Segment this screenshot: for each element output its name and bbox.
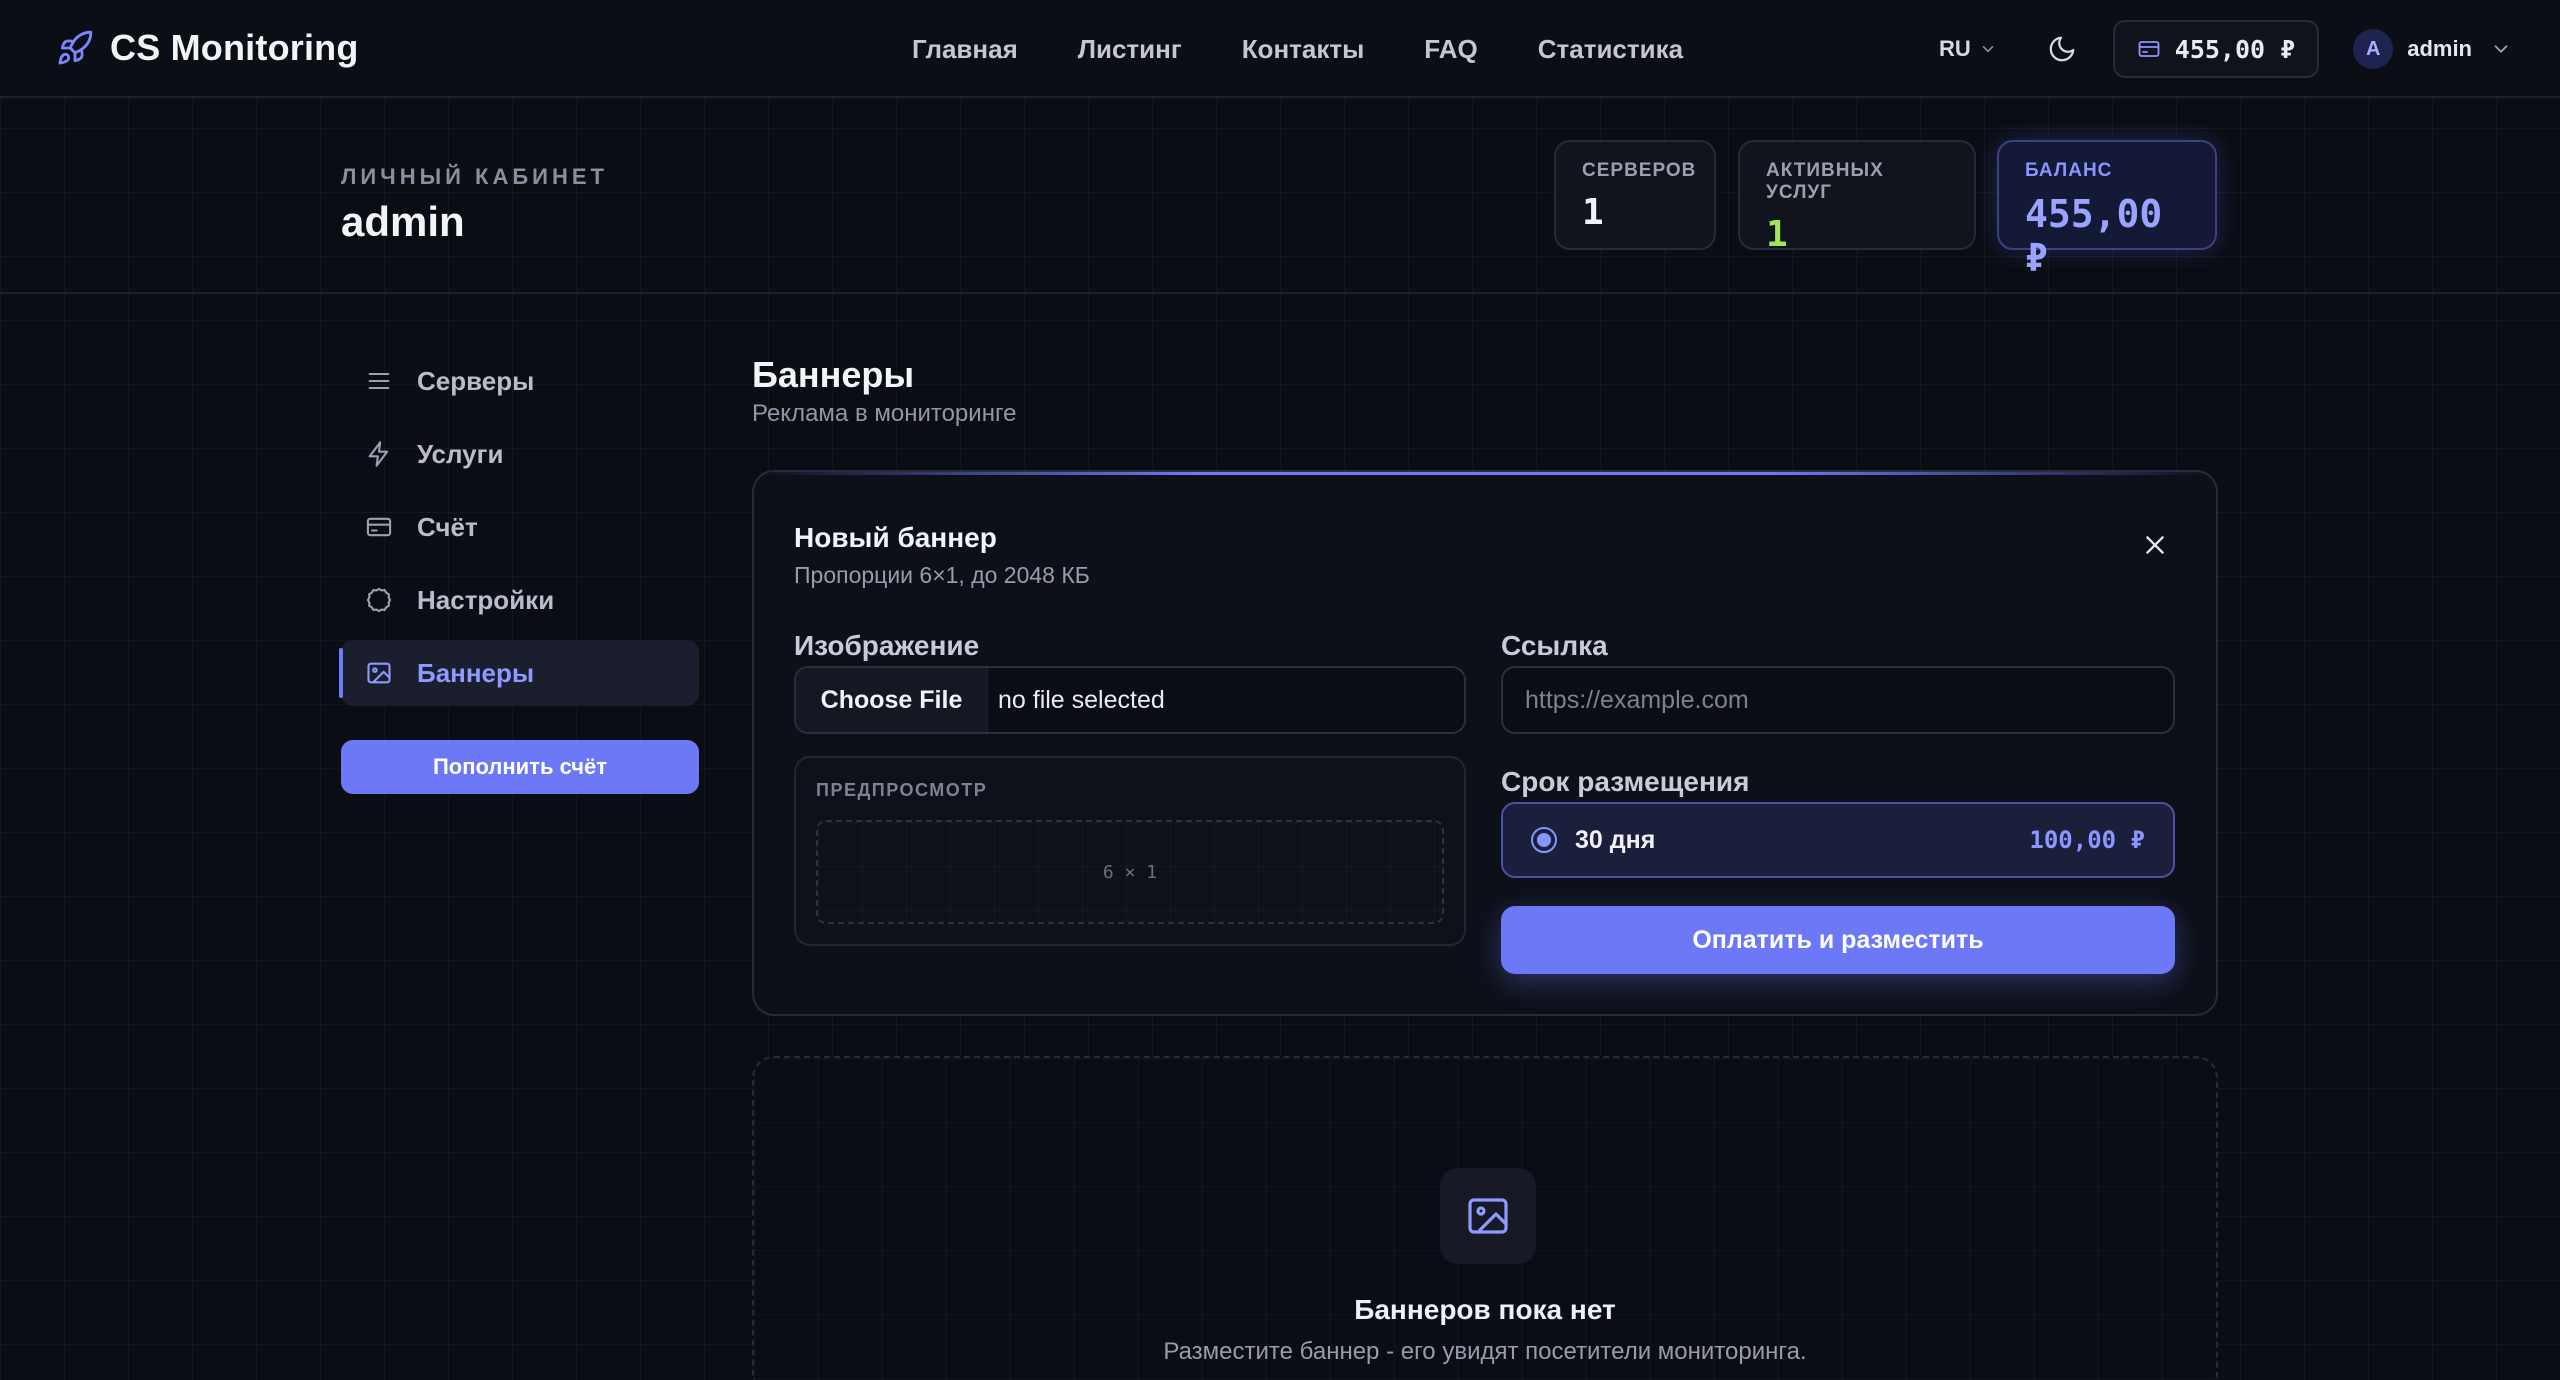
top-navbar: CS Monitoring Главная Листинг Контакты F…: [0, 0, 2560, 98]
image-icon: [1468, 1198, 1508, 1234]
user-name: admin: [2407, 36, 2472, 61]
nav-link-statistics[interactable]: Статистика: [1538, 34, 1683, 65]
sidebar-item-account[interactable]: Счёт: [341, 494, 699, 560]
preview-ratio: 6 × 1: [1102, 861, 1158, 883]
sidebar-item-settings[interactable]: Настройки: [341, 567, 699, 633]
image-icon: [367, 662, 391, 684]
cabinet-username: admin: [341, 198, 465, 245]
link-input[interactable]: [1501, 666, 2175, 734]
empty-state-text: Разместите баннер - его увидят посетител…: [1163, 1338, 1807, 1365]
preview-placeholder: 6 × 1: [816, 820, 1444, 924]
term-option-label: 30 дня: [1575, 825, 1656, 854]
chevron-down-icon: [2494, 45, 2508, 53]
image-field-label: Изображение: [794, 630, 980, 661]
radio-selected[interactable]: [1531, 827, 1557, 853]
cabinet-header: ЛИЧНЫЙ КАБИНЕТ admin СЕРВЕРОВ 1 АКТИВНЫХ…: [0, 98, 2560, 294]
stat-balance-label: БАЛАНС: [2025, 160, 2113, 181]
sidebar-item-label: Счёт: [417, 511, 478, 542]
gear-icon: [366, 587, 392, 613]
stat-services-value: 1: [1766, 214, 1788, 255]
language-switcher[interactable]: RU: [1939, 36, 1997, 62]
new-banner-card: Новый баннер Пропорции 6×1, до 2048 КБ И…: [752, 470, 2218, 1016]
brand-name: CS Monitoring: [110, 27, 359, 68]
user-menu[interactable]: A admin: [2353, 29, 2512, 69]
nav-link-faq[interactable]: FAQ: [1424, 34, 1477, 65]
language-label: RU: [1939, 36, 1971, 61]
pay-and-place-button[interactable]: Оплатить и разместить: [1501, 906, 2175, 974]
empty-state-icon: [1440, 1168, 1536, 1264]
sidebar-item-label: Услуги: [417, 438, 504, 469]
new-banner-title: Новый баннер: [794, 522, 997, 553]
stat-servers-label: СЕРВЕРОВ: [1582, 160, 1697, 181]
choose-file-button[interactable]: Choose File: [796, 668, 988, 732]
stat-servers: СЕРВЕРОВ 1: [1554, 140, 1716, 250]
term-field-label: Срок размещения: [1501, 766, 1750, 797]
avatar: A: [2353, 29, 2394, 69]
new-banner-subtitle: Пропорции 6×1, до 2048 КБ: [794, 562, 1090, 588]
sidebar-item-label: Серверы: [417, 365, 535, 396]
topup-button[interactable]: Пополнить счёт: [341, 740, 699, 794]
stat-servers-value: 1: [1582, 192, 1604, 233]
preview-label: ПРЕДПРОСМОТР: [816, 780, 988, 800]
sidebar-item-services[interactable]: Услуги: [341, 421, 699, 487]
sidebar: Серверы Услуги Счёт Настройки Баннеры По…: [339, 348, 699, 794]
wallet-icon: [2138, 41, 2160, 57]
main-nav: Главная Листинг Контакты FAQ Статистика: [912, 24, 1743, 74]
list-icon: [368, 372, 390, 390]
page-subtitle: Реклама в мониторинге: [752, 400, 1017, 427]
empty-banners-state: Баннеров пока нет Разместите баннер - ег…: [752, 1056, 2218, 1380]
balance-pill[interactable]: 455,00 ₽: [2112, 20, 2320, 78]
sidebar-item-servers[interactable]: Серверы: [341, 348, 699, 414]
image-file-input[interactable]: Choose File no file selected: [794, 666, 1466, 734]
card-icon: [366, 517, 392, 537]
term-option-price: 100,00 ₽: [2029, 826, 2145, 854]
sidebar-item-label: Настройки: [417, 584, 555, 615]
rocket-icon: [58, 30, 93, 65]
stat-services-label: АКТИВНЫХ УСЛУГ: [1766, 160, 1884, 203]
empty-state-title: Баннеров пока нет: [1354, 1294, 1616, 1325]
brand[interactable]: CS Monitoring: [56, 22, 359, 74]
close-icon[interactable]: [2142, 532, 2168, 558]
banner-preview: ПРЕДПРОСМОТР 6 × 1: [794, 756, 1466, 946]
page-title: Баннеры: [752, 354, 915, 395]
sidebar-item-label: Баннеры: [417, 657, 535, 688]
bolt-icon: [368, 441, 389, 467]
balance-pill-value: 455,00 ₽: [2174, 34, 2296, 64]
moon-icon[interactable]: [2047, 34, 2077, 64]
nav-link-listing[interactable]: Листинг: [1078, 34, 1182, 65]
stat-services: АКТИВНЫХ УСЛУГ 1: [1738, 140, 1976, 255]
link-field-label: Ссылка: [1501, 630, 1608, 661]
stat-balance: БАЛАНС 455,00 ₽: [1997, 140, 2217, 280]
cabinet-label: ЛИЧНЫЙ КАБИНЕТ: [341, 164, 608, 189]
chevron-down-icon: [1982, 46, 1994, 52]
stat-balance-value: 455,00 ₽: [2025, 192, 2163, 280]
nav-right: RU 455,00 ₽ A admin: [1939, 14, 2512, 84]
nav-link-home[interactable]: Главная: [912, 34, 1018, 65]
nav-link-contacts[interactable]: Контакты: [1242, 34, 1365, 65]
term-option-30-days[interactable]: 30 дня 100,00 ₽: [1501, 802, 2175, 878]
sidebar-item-banners[interactable]: Баннеры: [339, 640, 699, 706]
file-status: no file selected: [998, 685, 1165, 714]
